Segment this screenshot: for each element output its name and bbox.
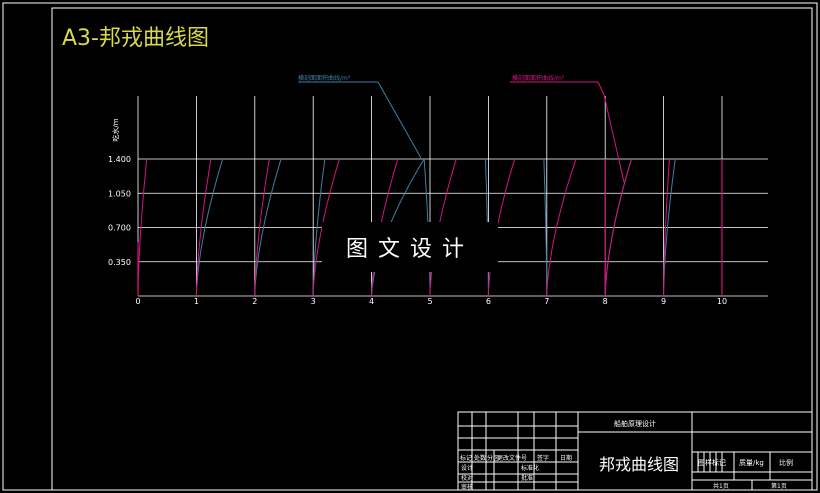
tb-label-review: 审核 bbox=[461, 483, 473, 491]
x-tick-label: 2 bbox=[252, 297, 257, 306]
x-tick-label: 8 bbox=[603, 297, 608, 306]
x-tick-label: 5 bbox=[427, 297, 432, 306]
tb-header-weight: 质量/kg bbox=[739, 458, 764, 467]
x-tick-label: 4 bbox=[369, 297, 374, 306]
sheet-title: A3-邦戎曲线图 bbox=[62, 26, 209, 51]
x-tick-label: 6 bbox=[486, 297, 491, 306]
tb-header-mark: 图样标记 bbox=[698, 458, 726, 467]
tb-sheet-number: 第1页 bbox=[771, 482, 787, 490]
tb-label-count: 处数 bbox=[474, 454, 486, 462]
legend-magenta-leader-1 bbox=[597, 81, 605, 96]
tb-label-approve: 批准 bbox=[521, 474, 533, 482]
legend-cyan-leader bbox=[377, 81, 422, 159]
legend-cyan-label: 横剖面面积曲线/m² bbox=[298, 74, 351, 82]
legend-magenta-leader-2 bbox=[603, 94, 625, 183]
title-block-project: 船舶原理设计 bbox=[614, 419, 656, 428]
x-tick-label: 1 bbox=[194, 297, 199, 306]
x-tick-label: 3 bbox=[311, 297, 316, 306]
tb-label-change: 更改文件号 bbox=[497, 454, 527, 462]
tb-label-date: 日期 bbox=[560, 454, 572, 462]
y-tick-label: 0.350 bbox=[108, 258, 131, 267]
watermark-box: 图文设计 bbox=[322, 222, 498, 272]
watermark-text: 图文设计 bbox=[345, 237, 474, 262]
tb-label-mark: 标记 bbox=[460, 454, 472, 462]
x-tick-labels: 0 1 2 3 4 5 6 7 8 9 10 bbox=[135, 297, 727, 306]
x-tick-label: 7 bbox=[544, 297, 549, 306]
y-axis-label: 吃水/m bbox=[111, 118, 120, 141]
tb-label-design: 设计 bbox=[461, 464, 473, 472]
y-tick-label: 0.700 bbox=[108, 224, 131, 233]
tb-sheet-total: 共1页 bbox=[713, 482, 729, 490]
tb-label-check: 校对 bbox=[461, 474, 473, 482]
y-tick-label: 1.050 bbox=[108, 189, 131, 198]
legend-magenta: 横剖面面积曲线/m² bbox=[510, 74, 625, 183]
x-tick-label: 9 bbox=[661, 297, 666, 306]
x-tick-label: 10 bbox=[717, 297, 727, 306]
x-tick-label: 0 bbox=[135, 297, 140, 306]
bonjean-chart: 1.400 1.050 0.700 0.350 0 1 2 3 4 5 6 7 8 9 10 bbox=[108, 96, 768, 306]
legend-magenta-label: 横剖面面积曲线/m² bbox=[512, 74, 565, 82]
tb-header-scale: 比例 bbox=[779, 458, 793, 467]
legend-cyan: 横剖面面积曲线/m² bbox=[298, 74, 422, 159]
tb-label-sign: 签字 bbox=[537, 454, 549, 462]
y-tick-label: 1.400 bbox=[108, 155, 131, 164]
title-block-drawing-title: 邦戎曲线图 bbox=[599, 455, 679, 474]
tb-label-standard: 标准化 bbox=[521, 464, 539, 472]
y-tick-labels: 1.400 1.050 0.700 0.350 bbox=[108, 155, 131, 267]
